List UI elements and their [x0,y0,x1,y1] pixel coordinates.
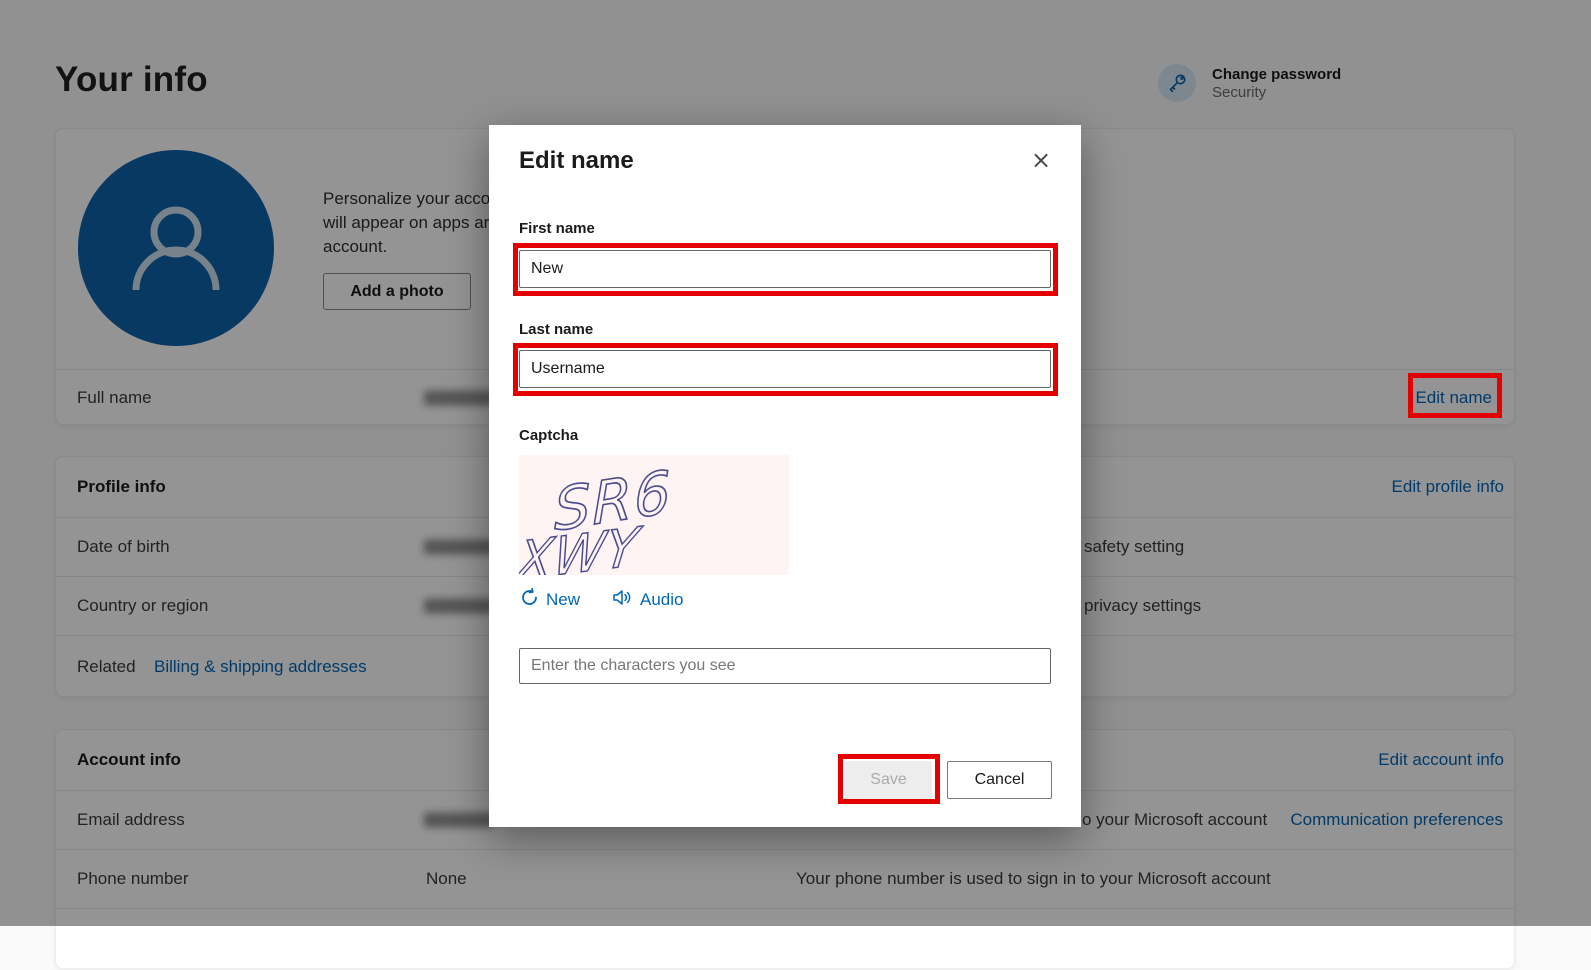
new-captcha-label: New [546,590,580,610]
dialog-title: Edit name [519,147,634,175]
audio-captcha-label: Audio [640,590,683,610]
first-name-input[interactable] [519,250,1051,288]
captcha-answer-input[interactable] [519,648,1051,684]
last-name-label: Last name [519,321,593,338]
close-icon[interactable]: × [1029,149,1053,173]
captcha-image: SR6 XWY [519,455,789,575]
edit-name-dialog: Edit name × First name Last name Captcha… [489,125,1081,827]
audio-captcha-button[interactable]: Audio [612,588,683,612]
captcha-label: Captcha [519,427,578,444]
save-button[interactable]: Save [845,761,932,799]
speaker-icon [612,588,633,612]
cancel-button[interactable]: Cancel [947,761,1052,799]
new-captcha-button[interactable]: New [520,588,580,612]
refresh-icon [520,588,539,612]
first-name-label: First name [519,220,595,237]
last-name-input[interactable] [519,350,1051,388]
